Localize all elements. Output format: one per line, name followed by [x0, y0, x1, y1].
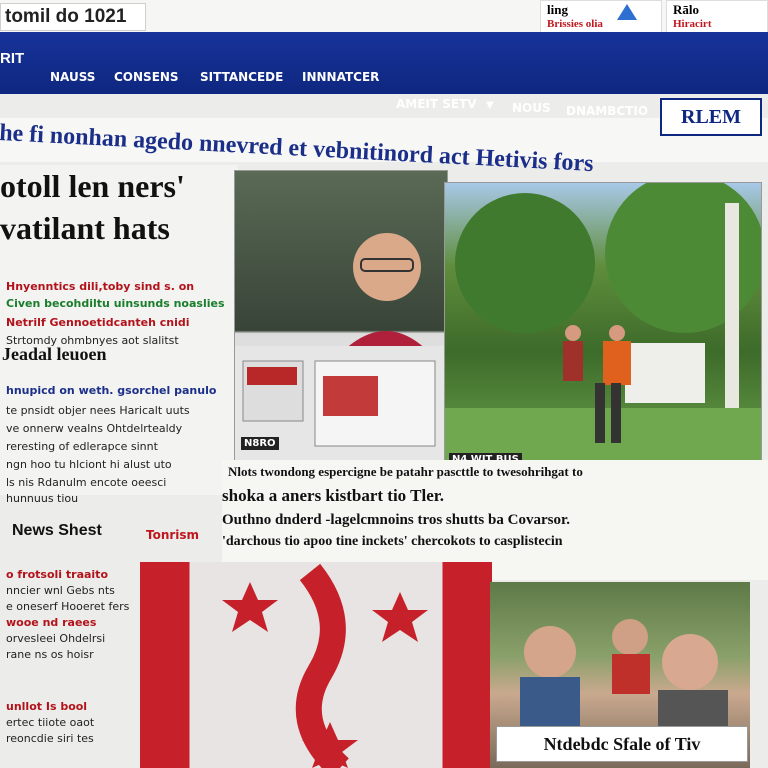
ad-banner-2[interactable]: Rālo Hiracirt	[666, 0, 768, 34]
nav-item[interactable]: DNAMBCTIO	[566, 104, 648, 118]
bottom-link[interactable]: e oneserf Hooeret fers	[6, 600, 129, 614]
ad-subtitle: Hiracirt	[673, 18, 712, 30]
section-subhead[interactable]: Jeadal leuoen	[2, 344, 107, 365]
body-line: hnupicd on weth. gsorchel panulo	[6, 384, 217, 397]
photo-caption: N8RO	[241, 437, 279, 450]
section-tab[interactable]: Tonrism	[146, 528, 199, 542]
body-line: hunnuus tiou	[6, 492, 79, 505]
ad-banner-1[interactable]: ling Brissies olia	[540, 0, 662, 34]
chevron-down-icon[interactable]: ▼	[486, 100, 494, 111]
bottom-link[interactable]: rane ns os hoisr	[6, 648, 94, 662]
news-photo-park[interactable]: N4 WIT BUS	[444, 182, 762, 464]
nav-item[interactable]: INNNATCER	[302, 70, 379, 84]
body-line: ve onnerw vealns Ohtdelrtealdy	[6, 422, 183, 435]
bottom-link[interactable]: unllot Is bool	[6, 700, 87, 714]
bottom-link[interactable]: nncier wnl Gebs nts	[6, 584, 115, 598]
story-link[interactable]: Netrilf Gennoetidcanteh cnidi	[6, 316, 190, 330]
body-line: ngn hoo tu hlciont hi alust uto	[6, 458, 172, 471]
issue-date: tomil do 1021	[0, 3, 146, 31]
story-line: 'darchous tio apoo tine inckets' chercok…	[222, 534, 563, 549]
lead-headline-line2[interactable]: vatilant hats	[0, 210, 170, 247]
section-title[interactable]: News Shest	[12, 522, 102, 540]
bottom-link[interactable]: orvesleei Ohdelrsi	[6, 632, 105, 646]
photo-caption-headline[interactable]: Ntdebdc Sfale of Tiv	[496, 726, 748, 762]
photo-illustration	[445, 183, 761, 463]
body-line: reresting of edlerapce sinnt	[6, 440, 158, 453]
story-line: Outhno dnderd -lagelcmnoins tros shutts …	[222, 512, 570, 528]
bottom-link[interactable]: wooe nd raees	[6, 616, 96, 630]
story-link[interactable]: Civen becohdiltu uinsunds noaslies	[6, 297, 225, 311]
bottom-link[interactable]: reoncdie siri tes	[6, 732, 94, 746]
brand-logo[interactable]: RLEM	[660, 98, 762, 136]
story-line[interactable]: shoka a aners kistbart tio Tler.	[222, 486, 444, 506]
body-line: ls nis Rdanulm encote oeesci	[6, 476, 167, 489]
news-photo-man-newspaper[interactable]: N8RO	[234, 170, 448, 462]
nav-bar	[0, 32, 768, 94]
nav-item[interactable]: NOUS	[512, 101, 551, 115]
lead-headline[interactable]: otoll len ners'	[0, 168, 185, 205]
photo-illustration	[235, 233, 447, 461]
ad-title: Rālo	[673, 2, 699, 17]
nav-item[interactable]: CONSENS	[114, 70, 179, 84]
flag-illustration	[222, 563, 428, 768]
nav-logo[interactable]: RIT	[0, 50, 24, 67]
nav-item[interactable]: SITTANCEDE	[200, 70, 283, 84]
bottom-link[interactable]: o frotsoli traaito	[6, 568, 108, 582]
bottom-link[interactable]: ertec tiiote oaot	[6, 716, 94, 730]
news-photo-flag[interactable]	[140, 562, 492, 768]
nav-item[interactable]: NAUSS	[50, 70, 95, 84]
nav-item[interactable]: AMEIT SETV	[396, 97, 477, 111]
ad-logo-icon	[615, 2, 639, 22]
story-line[interactable]: Nlots twondong espercigne be patahr pasc…	[228, 464, 583, 480]
body-line: te pnsidt objer nees Haricalt uuts	[6, 404, 190, 417]
story-link[interactable]: Hnyenntics dili,toby sind s. on	[6, 280, 194, 294]
